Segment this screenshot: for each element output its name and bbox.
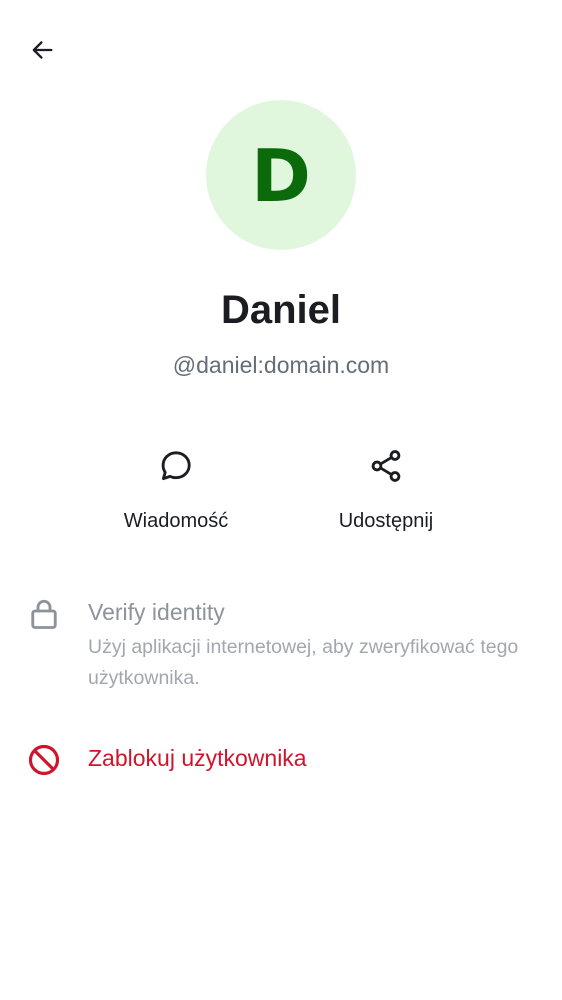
verify-identity-row[interactable]: Verify identity Użyj aplikacji interneto… — [0, 590, 562, 700]
arrow-left-icon — [32, 41, 53, 59]
display-name: Daniel — [220, 288, 342, 332]
share-label: Udostępnij — [338, 510, 434, 532]
back-button[interactable] — [20, 28, 64, 72]
user-id: @daniel:domain.com — [172, 352, 390, 378]
avatar-initial: D — [251, 134, 311, 218]
message-button[interactable]: Wiadomość — [86, 440, 266, 550]
share-icon — [364, 440, 408, 492]
lock-icon — [31, 599, 57, 629]
block-user-row[interactable]: Zablokuj użytkownika — [0, 735, 562, 785]
avatar: D — [206, 100, 356, 250]
block-user-label: Zablokuj użytkownika — [88, 745, 307, 771]
verify-identity-title: Verify identity — [88, 599, 225, 625]
chat-bubble-icon — [154, 440, 198, 492]
share-button[interactable]: Udostępnij — [296, 440, 476, 550]
verify-identity-description: Użyj aplikacji internetowej, aby zweryfi… — [88, 636, 519, 689]
block-icon — [28, 744, 60, 776]
message-label: Wiadomość — [123, 510, 229, 532]
